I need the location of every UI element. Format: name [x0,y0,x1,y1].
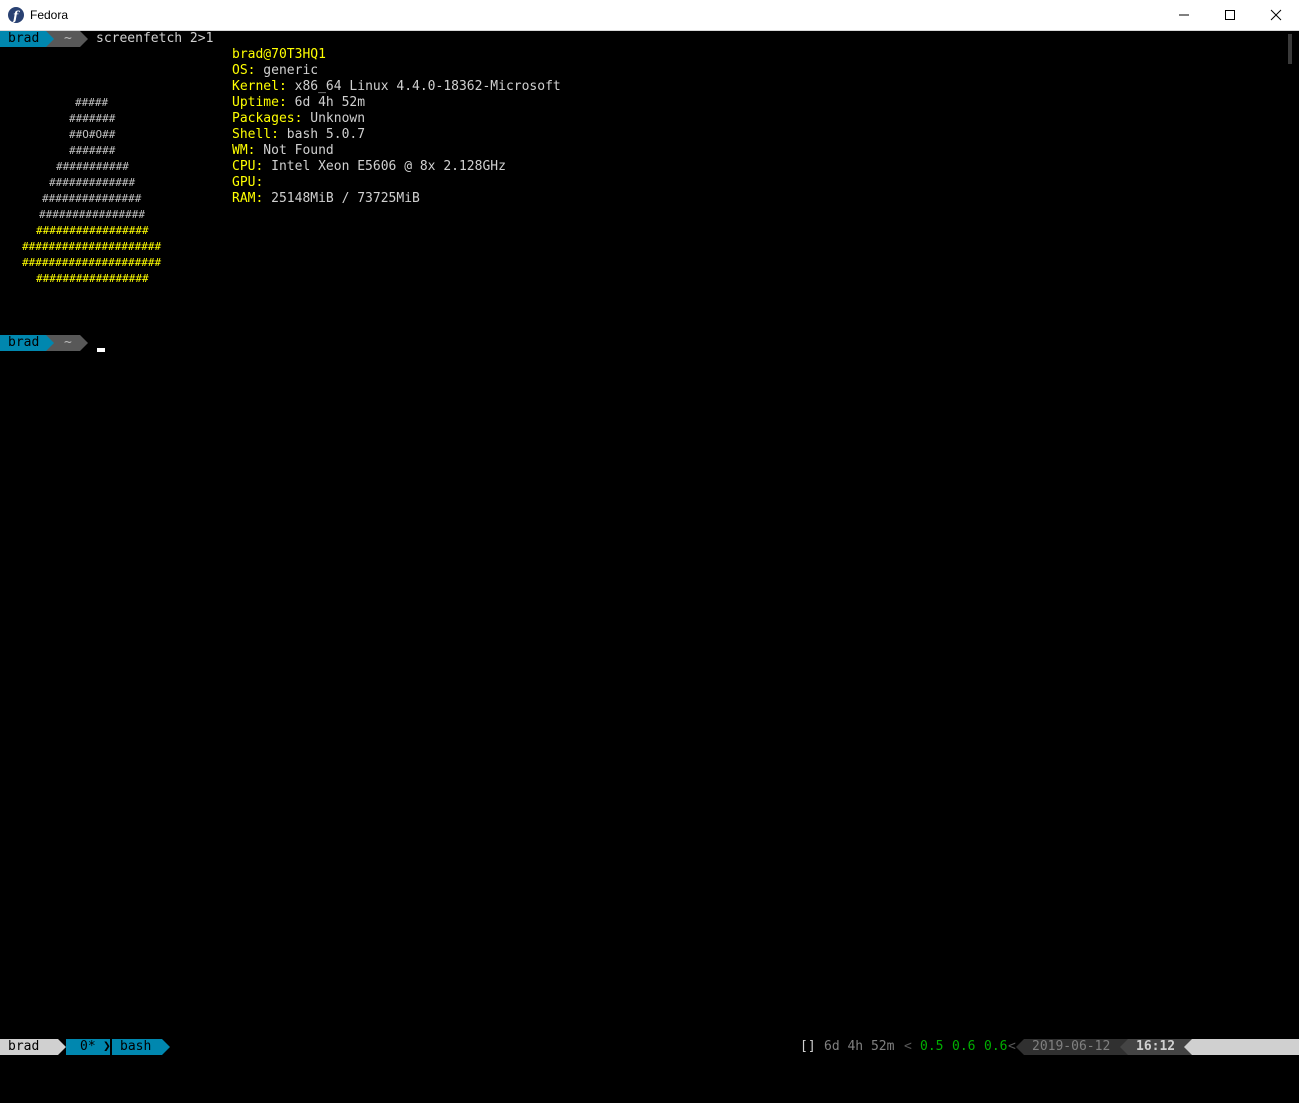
info-line: RAM: 25148MiB / 73725MiB [232,191,420,207]
tmux-session[interactable]: brad [0,1039,58,1055]
scrollbar[interactable] [1281,31,1299,1039]
prompt-dir-segment: ~ [54,335,80,351]
text-cursor[interactable] [97,348,105,352]
ascii-art-row: ##O#O## [69,128,116,141]
date-text: 2019-06-12 [1032,1039,1111,1054]
info-line: Kernel: x86_64 Linux 4.4.0-18362-Microso… [232,79,561,95]
maximize-button[interactable] [1207,0,1253,30]
load-1: 0.5 [920,1039,944,1054]
minimize-icon [1179,14,1189,16]
powerline-arrow [162,1039,170,1055]
ascii-art-row: ####### [69,112,116,125]
powerline-arrow [46,335,54,351]
tmux-status-bar: brad 0* ❯ bash [] 6d 4h 52m < 0.5 0.6 0.… [0,1039,1299,1086]
ascii-art-row: ################# [36,272,149,285]
date: 2019-06-12 [1024,1039,1120,1055]
powerline-arrow [80,31,88,47]
close-button[interactable] [1253,0,1299,30]
prompt-user: brad [8,335,40,350]
info-value: Unknown [302,111,366,126]
ascii-art-row: ####### [69,144,116,157]
powerline-arrow [80,335,88,351]
title-bar[interactable]: f Fedora [0,0,1299,31]
window-title: Fedora [30,8,69,22]
powerline-arrow [1184,1039,1192,1055]
info-label: WM: [232,143,256,158]
info-line: Shell: bash 5.0.7 [232,127,365,143]
ascii-art-row: ########### [56,160,129,173]
minimize-button[interactable] [1161,0,1207,30]
chevron-left-icon: < [904,1039,912,1054]
info-value: generic [255,63,319,78]
info-label: CPU: [232,159,264,174]
info-line: Uptime: 6d 4h 52m [232,95,365,111]
window-name: bash [120,1039,152,1054]
terminal-output[interactable]: brad ~ screenfetch 2>1 ##### ####### ##O#O… [0,31,1281,1039]
hostname: 🔒︎ 70T3HQ1 [1192,1039,1299,1086]
uptime: 6d 4h 52m [824,1039,895,1054]
prompt-dir: ~ [64,335,72,350]
powerline-arrow [58,1039,66,1055]
ascii-art-row: ################ [39,208,145,221]
info-value: 6d 4h 52m [286,95,366,110]
powerline-arrow [1016,1039,1024,1055]
window-index: 0* [80,1039,96,1054]
info-label: OS: [232,63,256,78]
info-value: Not Found [255,143,334,158]
close-icon [1270,9,1282,21]
prompt-user-segment: brad [0,31,46,47]
tmux-window-index[interactable]: 0* [66,1039,102,1055]
info-value: bash 5.0.7 [278,127,366,142]
info-line: Packages: Unknown [232,111,365,127]
load-5: 0.6 [952,1039,976,1054]
powerline-arrow [1120,1039,1128,1055]
load-15: 0.6 [984,1039,1008,1054]
info-label: Packages: [232,111,303,126]
info-line: WM: Not Found [232,143,334,159]
ascii-art-row: ############# [49,176,136,189]
info-line: GPU: [232,175,263,191]
ascii-art-row: ##################### [22,240,162,253]
ascii-art-row: ##### [75,96,109,109]
host-text: 70T3HQ1 [1216,1071,1271,1086]
svg-text:f: f [12,9,20,23]
tmux-window[interactable]: bash [112,1039,162,1055]
ascii-art-row: ################# [36,224,149,237]
fedora-logo-icon: f [8,7,24,23]
pane-marker: [] [800,1039,816,1054]
info-label: Shell: [232,127,279,142]
time: 16:12 [1128,1039,1184,1055]
ascii-art-row: ##################### [22,256,162,269]
lock-icon: 🔒︎ [1200,1055,1207,1070]
chevron-left-icon: < [1008,1039,1016,1054]
command-text: screenfetch 2>1 [96,31,214,46]
info-line: OS: generic [232,63,318,79]
info-label: Kernel: [232,79,287,94]
prompt-dir-segment: ~ [54,31,80,47]
chevron-right-icon: ❯ [103,1039,111,1054]
info-label: GPU: [232,175,264,190]
info-line: CPU: Intel Xeon E5606 @ 8x 2.128GHz [232,159,506,175]
info-label: RAM: [232,191,264,206]
prompt-user-segment: brad [0,335,46,351]
ascii-art-row: ############### [42,192,142,205]
user-host: brad@70T3HQ1 [232,47,326,62]
maximize-icon [1225,10,1235,20]
info-value: 25148MiB / 73725MiB [263,191,420,206]
info-label: Uptime: [232,95,287,110]
info-value: x86_64 Linux 4.4.0-18362-Microsoft [286,79,561,94]
time-text: 16:12 [1136,1039,1176,1054]
scroll-thumb[interactable] [1288,34,1292,64]
powerline-arrow [46,31,54,47]
prompt-user: brad [8,31,40,46]
prompt-dir: ~ [64,31,72,46]
session-name: brad [8,1039,40,1054]
info-value: Intel Xeon E5606 @ 8x 2.128GHz [263,159,506,174]
